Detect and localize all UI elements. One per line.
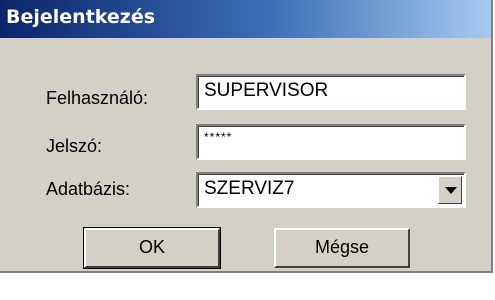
window-title: Bejelentkezés (6, 6, 156, 28)
user-field[interactable]: SUPERVISOR (196, 74, 466, 110)
chevron-down-icon (445, 187, 457, 194)
login-dialog: Bejelentkezés Felhasználó: SUPERVISOR Je… (0, 0, 493, 273)
cancel-button[interactable]: Mégse (274, 228, 410, 268)
ok-button[interactable]: OK (83, 227, 221, 269)
password-value: ***** (204, 130, 233, 144)
database-value: SZERVIZ7 (204, 178, 295, 199)
title-bar[interactable]: Bejelentkezés (0, 0, 491, 38)
database-select[interactable]: SZERVIZ7 (196, 172, 466, 208)
password-field[interactable]: ***** (196, 124, 466, 160)
dropdown-button[interactable] (438, 176, 462, 204)
database-label: Adatbázis: (46, 179, 131, 199)
password-label: Jelszó: (46, 136, 103, 156)
user-value: SUPERVISOR (204, 80, 329, 101)
user-label: Felhasználó: (46, 88, 149, 108)
